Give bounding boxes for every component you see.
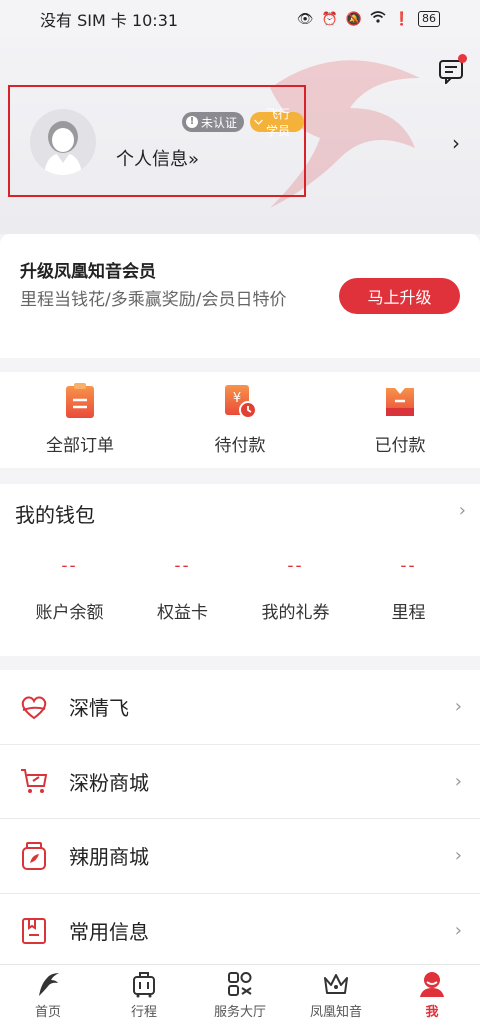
profile-header: ! 未认证 飞行学员 个人信息» ›: [0, 38, 480, 234]
shopping-cart-icon: [21, 769, 48, 794]
profile-info-area[interactable]: ! 未认证 飞行学员 个人信息»: [8, 85, 306, 197]
svg-text:¥: ¥: [233, 391, 241, 406]
wallet-title[interactable]: 我的钱包: [15, 499, 95, 528]
alarm-icon: ⏰: [321, 11, 338, 27]
wallet-benefit-card[interactable]: -- 权益卡: [126, 556, 239, 623]
tab-home[interactable]: 首页: [0, 965, 96, 1027]
menu-item-label: 辣朋商城: [69, 845, 149, 870]
wallet-coupons[interactable]: -- 我的礼券: [239, 556, 352, 623]
chevron-right-icon: ›: [454, 696, 462, 718]
wallet-mileage-value: --: [400, 556, 417, 576]
default-avatar-icon: [44, 121, 82, 175]
wallet-coupons-value: --: [287, 556, 304, 576]
status-carrier-time: 没有 SIM 卡 10:31: [40, 11, 179, 30]
status-bar: 没有 SIM 卡 10:31 👁 ⏰ 🔕 ❗ 86: [0, 0, 480, 38]
menu-item-label: 深情飞: [69, 696, 129, 721]
bottom-tab-bar: 首页 行程 服务大厅 凤凰知音 我: [0, 964, 480, 1027]
wallet-balance-label: 账户余额: [35, 603, 104, 623]
menu-list: 深情飞 › 深粉商城 › 辣朋商城 › 常用信息 ›: [0, 670, 480, 964]
upgrade-title: 升级凤凰知音会员: [20, 262, 156, 282]
luggage-icon: [133, 972, 155, 998]
wallet-coupons-label: 我的礼券: [261, 603, 330, 623]
status-icons: 👁 ⏰ 🔕 ❗ 86: [297, 11, 440, 27]
eye-icon: 👁: [296, 11, 314, 27]
unverified-badge: ! 未认证: [182, 112, 245, 132]
heart-icon: [21, 696, 47, 719]
notification-dot: [458, 54, 467, 63]
wallet-mileage-label: 里程: [391, 603, 426, 623]
tab-me-label: 我: [425, 1005, 439, 1020]
phoenix-icon: [39, 973, 59, 996]
battery-indicator: 86: [418, 11, 440, 27]
orders-section: 全部订单 ¥ 待付款 已付款: [0, 372, 480, 468]
wallet-balance[interactable]: -- 账户余额: [13, 556, 126, 623]
wallet-section: 我的钱包 › -- 账户余额 -- 权益卡 -- 我的礼券 -- 里程: [0, 484, 480, 656]
upgrade-description: 里程当钱花/多乘赢奖励/会员日特价: [20, 290, 287, 310]
crown-icon: [324, 974, 348, 994]
wallet-balance-value: --: [61, 556, 78, 576]
order-all[interactable]: 全部订单: [0, 372, 160, 468]
wallet-items: -- 账户余额 -- 权益卡 -- 我的礼券 -- 里程: [0, 556, 480, 623]
wallet-mileage[interactable]: -- 里程: [352, 556, 465, 623]
menu-item-label: 常用信息: [69, 920, 149, 945]
wallet-benefit-card-label: 权益卡: [157, 603, 208, 623]
clipboard-icon: [66, 383, 94, 418]
order-all-label: 全部订单: [46, 436, 114, 456]
alert-icon: ❗: [393, 11, 410, 27]
upgrade-membership-card: 升级凤凰知音会员 里程当钱花/多乘赢奖励/会员日特价 马上升级: [0, 234, 480, 358]
order-pending-payment[interactable]: ¥ 待付款: [160, 372, 320, 468]
avatar[interactable]: [30, 109, 96, 175]
chevron-right-icon[interactable]: ›: [452, 131, 460, 155]
order-pending-payment-label: 待付款: [214, 436, 266, 456]
chevron-right-icon: ›: [454, 920, 462, 942]
chevron-right-icon: ›: [454, 770, 462, 792]
tab-phoenix-miles-label: 凤凰知音: [309, 1005, 362, 1020]
message-button[interactable]: [438, 54, 467, 86]
tab-service-hall-label: 服务大厅: [213, 1005, 266, 1020]
chevron-right-icon: ›: [454, 845, 462, 867]
bookmark-icon: [22, 917, 46, 944]
exclamation-icon: !: [186, 116, 198, 128]
personal-info-link[interactable]: 个人信息»: [116, 145, 199, 171]
paid-icon: [386, 388, 414, 416]
upgrade-now-button[interactable]: 马上升级: [339, 278, 460, 314]
tab-phoenix-miles[interactable]: 凤凰知音: [288, 965, 384, 1027]
tab-trips-label: 行程: [130, 1005, 157, 1020]
wallet-benefit-card-value: --: [174, 556, 191, 576]
tab-me[interactable]: 我: [384, 965, 480, 1027]
payment-pending-icon: ¥: [225, 385, 257, 419]
tab-service-hall[interactable]: 服务大厅: [192, 965, 288, 1027]
menu-item-common-info[interactable]: 常用信息 ›: [0, 894, 480, 969]
unverified-badge-label: 未认证: [201, 115, 238, 130]
tab-home-label: 首页: [34, 1005, 61, 1020]
wifi-icon: [370, 11, 386, 27]
tab-trips[interactable]: 行程: [96, 965, 192, 1027]
order-paid[interactable]: 已付款: [320, 372, 480, 468]
menu-item-spicy-mall[interactable]: 辣朋商城 ›: [0, 819, 480, 894]
order-paid-label: 已付款: [374, 436, 426, 456]
jar-icon: [22, 841, 46, 870]
services-icon: [228, 972, 252, 996]
chevron-right-icon[interactable]: ›: [459, 500, 466, 521]
menu-item-label: 深粉商城: [69, 770, 149, 795]
mute-icon: 🔕: [345, 11, 362, 27]
member-level-badge: 飞行学员: [250, 107, 304, 138]
member-level-label: 飞行学员: [266, 107, 291, 138]
user-icon: [420, 972, 444, 997]
menu-item-pink-mall[interactable]: 深粉商城 ›: [0, 745, 480, 819]
chevron-badge-icon: [254, 119, 263, 125]
menu-item-deep-love-fly[interactable]: 深情飞 ›: [0, 670, 480, 745]
